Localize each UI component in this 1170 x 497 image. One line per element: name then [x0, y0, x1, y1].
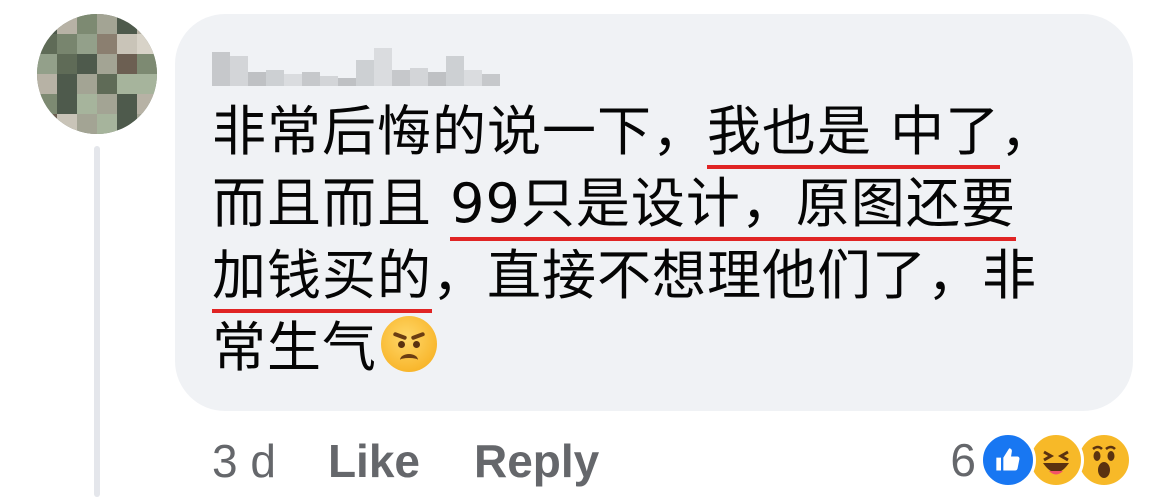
avatar-pixel [137, 34, 157, 54]
underlined-text: 99只是设计，原图还要 [450, 172, 1016, 241]
name-blur-block [248, 72, 266, 86]
avatar-pixel [57, 94, 77, 114]
name-blur-block [320, 76, 338, 86]
avatar-pixel [77, 34, 97, 54]
thread-line [94, 146, 100, 497]
comment-text: 非常后悔的说一下，我也是 中了， 而且而且 99只是设计，原图还要 加钱买的，直… [212, 96, 1112, 384]
name-blur-block [428, 72, 446, 86]
name-blur-block [446, 56, 464, 86]
name-blur-block [302, 72, 320, 86]
underlined-text: 加钱买的 [212, 244, 432, 313]
avatar-pixel [57, 34, 77, 54]
avatar-pixel [37, 74, 57, 94]
comment-line-2: 而且而且 99只是设计，原图还要 [212, 168, 1112, 241]
avatar-pixel [37, 54, 57, 74]
like-button[interactable]: Like [328, 434, 420, 488]
avatar-pixel [117, 94, 137, 114]
avatar-pixel [77, 74, 97, 94]
avatar-pixel [137, 14, 157, 34]
text-segment: 非常后悔的说一下， [212, 100, 707, 163]
reply-button[interactable]: Reply [474, 434, 599, 488]
avatar-pixel [57, 114, 77, 134]
name-blur-block [266, 70, 284, 86]
avatar-pixel [97, 114, 117, 134]
reaction-summary[interactable]: 6 [950, 432, 1132, 488]
name-blur-block [392, 70, 410, 86]
avatar-pixel [117, 34, 137, 54]
avatar-pixel [77, 14, 97, 34]
name-blur-block [212, 52, 230, 86]
name-blur-block [338, 78, 356, 86]
avatar-pixel [77, 94, 97, 114]
text-segment: ， [1000, 100, 1056, 163]
comment-line-1: 非常后悔的说一下，我也是 中了， [212, 96, 1112, 169]
like-reaction-icon [980, 432, 1036, 488]
text-segment: ，直接不想理他们了，非 [432, 244, 1037, 307]
avatar-pixel [97, 34, 117, 54]
avatar-pixel [137, 74, 157, 94]
comment-line-3: 加钱买的，直接不想理他们了，非 [212, 240, 1112, 313]
timestamp[interactable]: 3 d [212, 434, 276, 488]
avatar-pixel [137, 54, 157, 74]
avatar-pixel [137, 94, 157, 114]
avatar-pixel [57, 74, 77, 94]
avatar-pixel [97, 94, 117, 114]
avatar-pixel [57, 14, 77, 34]
name-blur-block [374, 48, 392, 86]
avatar-pixel [97, 14, 117, 34]
name-blur-block [464, 70, 482, 86]
name-blur-block [284, 74, 302, 86]
avatar-pixel [137, 114, 157, 134]
name-blur-block [482, 74, 500, 86]
avatar-pixel [117, 14, 137, 34]
wow-reaction-icon [1076, 432, 1132, 488]
avatar-pixel [77, 114, 97, 134]
avatar-pixel [117, 74, 137, 94]
avatar-pixel [37, 94, 57, 114]
avatar[interactable] [37, 14, 157, 134]
name-blur-block [230, 56, 248, 86]
text-segment: 常生气 [212, 316, 377, 379]
name-blur-block [356, 60, 374, 86]
text-segment: 而且而且 [212, 172, 451, 235]
avatar-pixel [57, 54, 77, 74]
underlined-text: 我也是 中了 [707, 100, 1001, 169]
avatar-pixel [37, 114, 57, 134]
name-blur-block [410, 68, 428, 86]
comment-actions: 3 d Like Reply [212, 434, 653, 488]
comment-line-4: 常生气 [212, 312, 1112, 384]
avatar-pixel [37, 14, 57, 34]
reaction-count: 6 [950, 434, 976, 486]
avatar-pixel [117, 114, 137, 134]
avatar-pixel [77, 54, 97, 74]
avatar-pixel [97, 74, 117, 94]
angry-face-emoji-icon [381, 316, 437, 372]
haha-reaction-icon [1028, 432, 1084, 488]
avatar-pixel [97, 54, 117, 74]
author-name[interactable] [212, 44, 500, 86]
avatar-pixel [117, 54, 137, 74]
avatar-pixel [37, 34, 57, 54]
